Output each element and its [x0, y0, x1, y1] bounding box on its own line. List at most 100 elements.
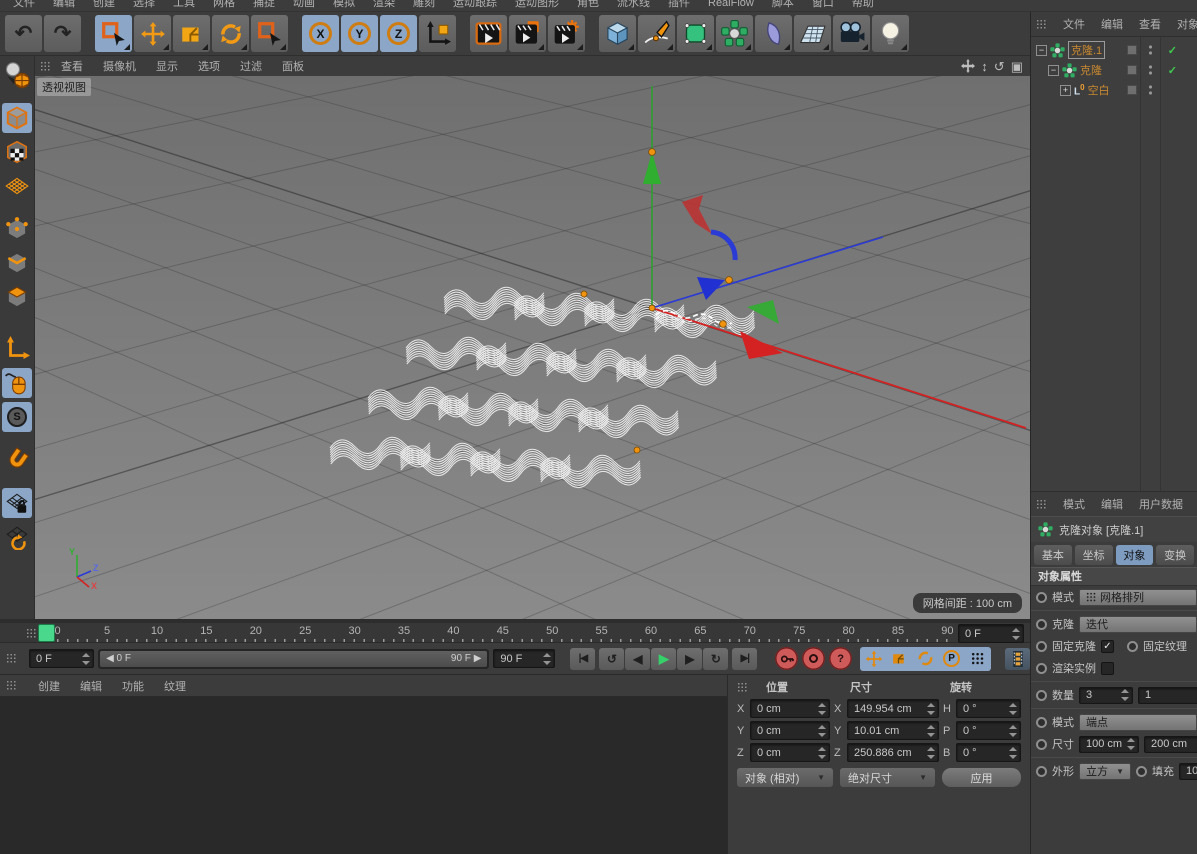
mode-dropdown[interactable]: 网格排列: [1079, 589, 1197, 606]
fix-clone-checkbox[interactable]: ✓: [1101, 640, 1114, 653]
render-instances-checkbox[interactable]: [1101, 662, 1114, 675]
menu-realflow[interactable]: RealFlow: [699, 0, 763, 11]
goto-start-button[interactable]: |◀: [570, 648, 595, 670]
menu-file[interactable]: 文件: [4, 0, 44, 11]
prev-key-button[interactable]: ↺: [599, 648, 624, 670]
layer-badge[interactable]: [1127, 65, 1137, 75]
object-properties-header[interactable]: 对象属性: [1031, 567, 1197, 586]
count-y-field[interactable]: 1: [1138, 687, 1197, 704]
object-name[interactable]: 克隆: [1080, 62, 1102, 78]
menu-character[interactable]: 角色: [568, 0, 608, 11]
texture-mode-button[interactable]: [2, 137, 32, 167]
bend-deformer-button[interactable]: [755, 15, 792, 52]
size-z-field[interactable]: 250.886 cm: [847, 743, 939, 762]
om-menu-object[interactable]: 对象: [1169, 16, 1197, 32]
menu-pipeline[interactable]: 流水线: [608, 0, 659, 11]
render-view-button[interactable]: [470, 15, 507, 52]
material-menu-texture[interactable]: 纹理: [154, 678, 196, 694]
viewport-menu-filter[interactable]: 过滤: [230, 58, 272, 74]
axis-mode-button[interactable]: [2, 334, 32, 364]
material-list-empty[interactable]: [0, 697, 727, 854]
menu-select[interactable]: 选择: [124, 0, 164, 11]
object-name[interactable]: 空白: [1088, 82, 1110, 98]
keyframe-circle[interactable]: [1036, 739, 1047, 750]
viewport-menu-cameras[interactable]: 摄像机: [93, 58, 146, 74]
tab-transform[interactable]: 变换: [1156, 545, 1194, 565]
range-end-field[interactable]: 90 F: [493, 649, 554, 668]
pan-view-icon[interactable]: [961, 59, 975, 73]
key-position-button[interactable]: [861, 648, 886, 670]
menu-edit[interactable]: 编辑: [44, 0, 84, 11]
lock-x-axis-button[interactable]: X: [302, 15, 339, 52]
layer-badge[interactable]: [1127, 45, 1137, 55]
next-frame-button[interactable]: ▶: [677, 648, 702, 670]
goto-end-button[interactable]: ▶|: [732, 648, 757, 670]
panel-grip[interactable]: [40, 61, 51, 72]
polygons-mode-button[interactable]: [2, 282, 32, 312]
object-name[interactable]: 克隆.1: [1068, 41, 1105, 59]
subdivision-surface-button[interactable]: [677, 15, 714, 52]
menu-create[interactable]: 创建: [84, 0, 124, 11]
range-end-stepper[interactable]: [543, 653, 551, 665]
timeline-window-button[interactable]: [1005, 648, 1030, 670]
rotate-button[interactable]: [212, 15, 249, 52]
model-mode-button[interactable]: [2, 103, 32, 133]
expand-icon[interactable]: +: [1060, 85, 1071, 96]
workplane-mode-button[interactable]: [2, 171, 32, 201]
coordinate-system-button[interactable]: [419, 15, 456, 52]
keyframe-circle[interactable]: [1036, 690, 1047, 701]
workplane-rotate-button[interactable]: [2, 522, 32, 552]
menu-render[interactable]: 渲染: [364, 0, 404, 11]
cube-primitive-button[interactable]: [599, 15, 636, 52]
make-editable-button[interactable]: [2, 60, 32, 90]
om-menu-edit[interactable]: 编辑: [1093, 16, 1131, 32]
menu-motion-tracker[interactable]: 运动跟踪: [444, 0, 506, 11]
render-picture-viewer-button[interactable]: [509, 15, 546, 52]
magnet-snap-button[interactable]: [2, 445, 32, 475]
am-menu-edit[interactable]: 编辑: [1093, 496, 1131, 512]
viewport-menu-panel[interactable]: 面板: [272, 58, 314, 74]
menu-plugins[interactable]: 插件: [659, 0, 699, 11]
menu-mograph[interactable]: 运动图形: [506, 0, 568, 11]
rotate-view-icon[interactable]: ↺: [994, 60, 1005, 73]
maximize-view-icon[interactable]: ▣: [1011, 60, 1023, 73]
menu-simulate[interactable]: 模拟: [324, 0, 364, 11]
viewport-menu-display[interactable]: 显示: [146, 58, 188, 74]
keyframe-circle[interactable]: [1036, 766, 1047, 777]
keyframe-circle[interactable]: [1127, 641, 1138, 652]
next-key-button[interactable]: ↻: [703, 648, 728, 670]
keyframe-circle[interactable]: [1036, 641, 1047, 652]
size-x-field[interactable]: 100 cm: [1079, 736, 1139, 753]
apply-button[interactable]: 应用: [942, 768, 1021, 787]
panel-grip[interactable]: [6, 653, 17, 664]
undo-button[interactable]: ↶: [5, 15, 42, 52]
frame-stepper[interactable]: [1012, 628, 1020, 640]
tab-object[interactable]: 对象: [1116, 545, 1154, 565]
pen-spline-button[interactable]: [638, 15, 675, 52]
key-point-level-button[interactable]: [965, 648, 990, 670]
object-row-cloner[interactable]: − 克隆 ✓: [1031, 60, 1197, 80]
om-menu-view[interactable]: 查看: [1131, 16, 1169, 32]
menu-window[interactable]: 窗口: [803, 0, 843, 11]
light-button[interactable]: [872, 15, 909, 52]
timeline-ruler[interactable]: 051015202530354045505560657075808590 0 F: [0, 619, 1030, 642]
play-button[interactable]: ▶: [651, 648, 676, 670]
visibility-dots[interactable]: [1148, 84, 1153, 96]
edges-mode-button[interactable]: [2, 248, 32, 278]
position-x-field[interactable]: 0 cm: [750, 699, 830, 718]
workplane-lock-button[interactable]: [2, 488, 32, 518]
mograph-cloner-button[interactable]: [716, 15, 753, 52]
points-mode-button[interactable]: [2, 214, 32, 244]
viewport-canvas[interactable]: 透视视图 网格间距 : 100 cm Y Z X: [35, 76, 1030, 619]
enabled-check-icon[interactable]: ✓: [1168, 64, 1177, 77]
collapse-icon[interactable]: −: [1036, 45, 1047, 56]
am-menu-mode[interactable]: 模式: [1055, 496, 1093, 512]
key-scale-button[interactable]: [887, 648, 912, 670]
move-button[interactable]: [134, 15, 171, 52]
autokey-button[interactable]: [802, 647, 825, 670]
snap-button[interactable]: S: [2, 402, 32, 432]
prev-frame-button[interactable]: ◀: [625, 648, 650, 670]
keyframe-circle[interactable]: [1036, 717, 1047, 728]
material-menu-function[interactable]: 功能: [112, 678, 154, 694]
am-menu-userdata[interactable]: 用户数据: [1131, 496, 1191, 512]
